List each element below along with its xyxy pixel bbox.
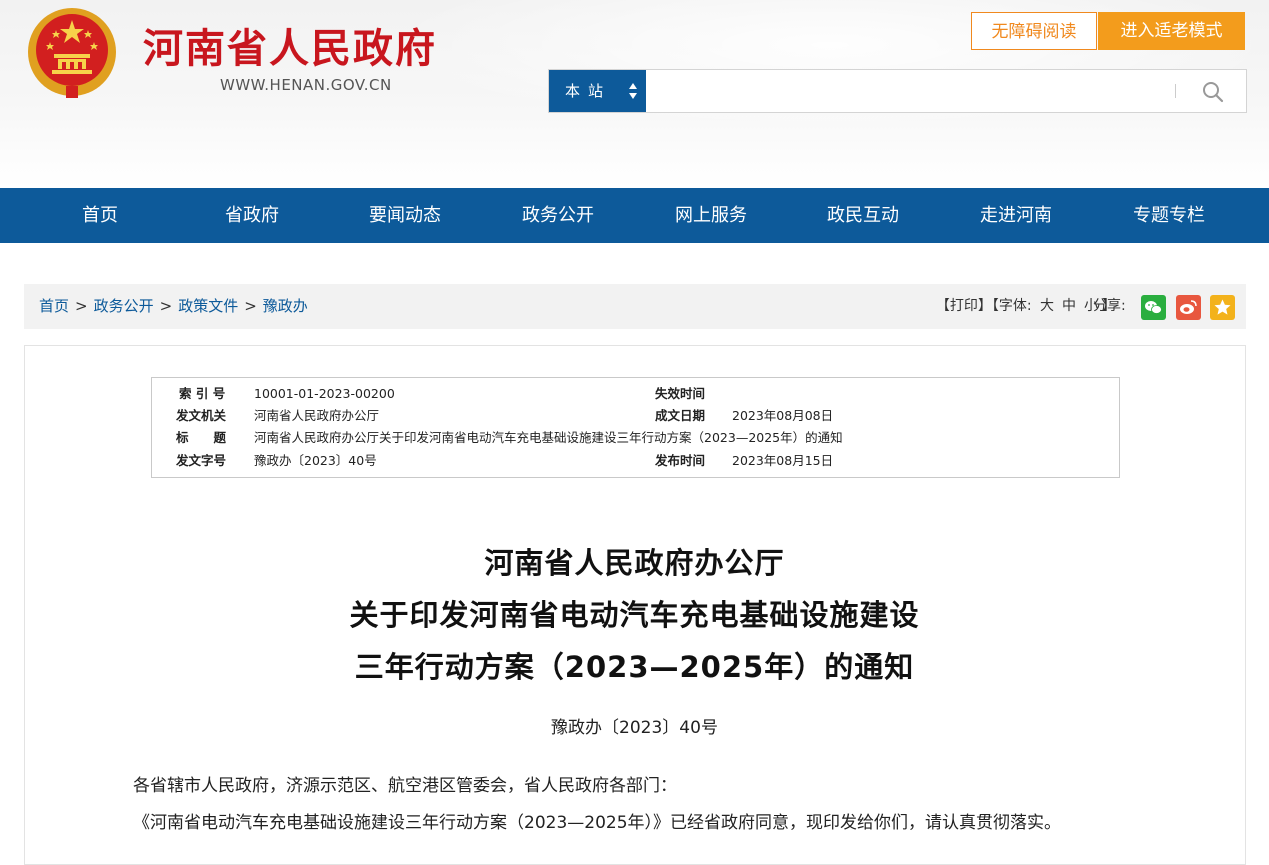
nav-item-news[interactable]: 要闻动态 xyxy=(330,188,480,243)
site-url: WWW.HENAN.GOV.CN xyxy=(220,76,392,94)
national-emblem-logo xyxy=(28,8,116,98)
search-bar: 本站 xyxy=(548,69,1247,113)
share-label: 分享: xyxy=(1093,298,1126,314)
meta-index-label: 索 引 号 xyxy=(179,386,226,401)
breadcrumb-policy-docs[interactable]: 政策文件 xyxy=(178,297,238,315)
meta-row: 索 引 号 10001-01-2023-00200 失效时间 xyxy=(152,383,1119,405)
nav-item-online-services[interactable]: 网上服务 xyxy=(636,188,786,243)
document-recipients: 各省辖市人民政府，济源示范区、航空港区管委会，省人民政府各部门： xyxy=(133,776,677,796)
sort-updown-icon xyxy=(629,83,637,99)
meta-docno-value: 豫政办〔2023〕40号 xyxy=(254,453,377,468)
main-nav: 首页 省政府 要闻动态 政务公开 网上服务 政民互动 走进河南 专题专栏 xyxy=(0,188,1269,243)
nav-item-interaction[interactable]: 政民互动 xyxy=(788,188,938,243)
breadcrumb-yuzhengban[interactable]: 豫政办 xyxy=(263,297,308,315)
document-title-line-1: 河南省人民政府办公厅 xyxy=(484,546,785,580)
wechat-icon[interactable] xyxy=(1141,295,1166,320)
meta-published-value: 2023年08月15日 xyxy=(732,453,834,468)
breadcrumb-separator: > xyxy=(159,297,173,315)
nav-item-home[interactable]: 首页 xyxy=(25,188,175,243)
document-title-line-3: 三年行动方案（2023—2025年）的通知 xyxy=(354,650,915,684)
font-size-medium[interactable]: 中 xyxy=(1062,298,1076,314)
meta-row: 发文字号 豫政办〔2023〕40号 发布时间 2023年08月15日 xyxy=(152,450,1119,472)
font-size-large[interactable]: 大 xyxy=(1040,298,1054,314)
search-input[interactable] xyxy=(649,72,1173,112)
breadcrumb-separator: > xyxy=(75,297,88,315)
nav-item-public-info[interactable]: 政务公开 xyxy=(483,188,633,243)
meta-row: 发文机关 河南省人民政府办公厅 成文日期 2023年08月08日 xyxy=(152,405,1119,427)
meta-row: 标 题 河南省人民政府办公厅关于印发河南省电动汽车充电基础设施建设三年行动方案（… xyxy=(152,427,1119,449)
meta-published-label: 发布时间 xyxy=(655,453,706,468)
nav-item-about-henan[interactable]: 走进河南 xyxy=(941,188,1091,243)
site-header: 河南省人民政府 WWW.HENAN.GOV.CN 无障碍阅读 进入适老模式 本站 xyxy=(0,0,1269,188)
meta-created-label: 成文日期 xyxy=(655,408,706,423)
search-scope-label: 本站 xyxy=(565,82,612,100)
search-icon[interactable] xyxy=(1201,80,1225,104)
accessible-reading-button[interactable]: 无障碍阅读 xyxy=(971,12,1097,50)
font-size-label: 【字体: xyxy=(991,298,1032,314)
nav-item-special-topics[interactable]: 专题专栏 xyxy=(1094,188,1244,243)
document-paragraph: 《河南省电动汽车充电基础设施建设三年行动方案（2023—2025年）》已经省政府… xyxy=(133,813,1062,833)
document-number: 豫政办〔2023〕40号 xyxy=(551,718,718,738)
breadcrumb-public-info[interactable]: 政务公开 xyxy=(94,297,154,315)
meta-expiry-label: 失效时间 xyxy=(655,386,706,401)
breadcrumb-home[interactable]: 首页 xyxy=(39,297,69,315)
meta-issuer-label: 发文机关 xyxy=(176,408,227,423)
search-divider xyxy=(1175,84,1176,98)
document-title-line-2: 关于印发河南省电动汽车充电基础设施建设 xyxy=(349,598,920,632)
weibo-icon[interactable] xyxy=(1176,295,1201,320)
meta-created-value: 2023年08月08日 xyxy=(732,408,834,423)
breadcrumb: 首页 > 政务公开 > 政策文件 > 豫政办 xyxy=(39,284,308,329)
meta-title-value: 河南省人民政府办公厅关于印发河南省电动汽车充电基础设施建设三年行动方案（2023… xyxy=(254,430,843,445)
breadcrumb-bar: 首页 > 政务公开 > 政策文件 > 豫政办 【打印】【字体: 大中小】 分享: xyxy=(24,284,1246,329)
nav-item-government[interactable]: 省政府 xyxy=(177,188,327,243)
meta-docno-label: 发文字号 xyxy=(176,453,227,468)
meta-index-value: 10001-01-2023-00200 xyxy=(254,386,395,401)
meta-issuer-value: 河南省人民政府办公厅 xyxy=(254,408,380,423)
page-tools: 【打印】【字体: 大中小】 xyxy=(936,284,1116,329)
print-button[interactable]: 【打印】 xyxy=(936,298,992,314)
breadcrumb-separator: > xyxy=(244,297,257,315)
site-title: 河南省人民政府 xyxy=(143,26,437,72)
document-metadata-table: 索 引 号 10001-01-2023-00200 失效时间 发文机关 河南省人… xyxy=(151,377,1120,478)
favorite-icon[interactable] xyxy=(1210,295,1235,320)
meta-title-label: 标 题 xyxy=(176,430,227,445)
search-scope-select[interactable]: 本站 xyxy=(549,70,646,112)
elder-mode-button[interactable]: 进入适老模式 xyxy=(1098,12,1245,50)
